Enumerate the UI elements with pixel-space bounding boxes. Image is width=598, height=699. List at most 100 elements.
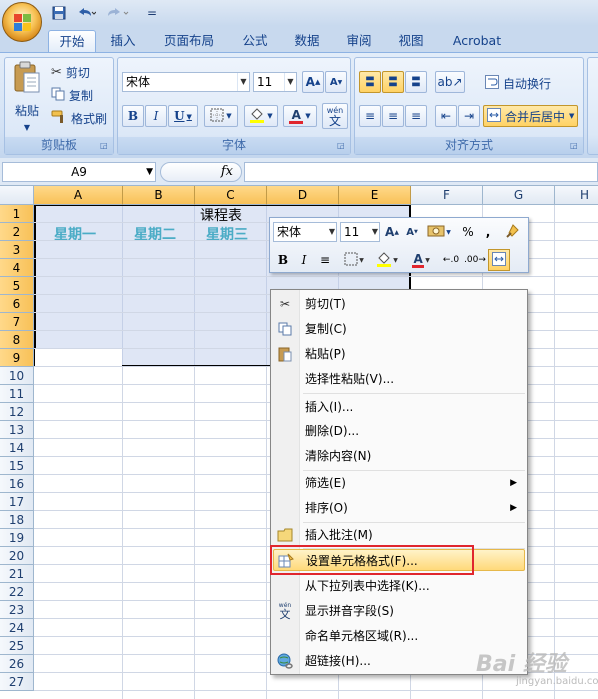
menu-item-show-phonetic[interactable]: wén 文 显示拼音字段(S) (273, 600, 525, 622)
merge-center-button[interactable]: 合并后居中 ▼ (483, 105, 579, 127)
align-top-button[interactable]: ▬ ▬ (359, 71, 381, 93)
row-header-22[interactable]: 22 (0, 583, 34, 601)
mini-center-button[interactable]: ≡ (316, 250, 334, 270)
row-header-10[interactable]: 10 (0, 367, 34, 385)
increase-indent-button[interactable]: ⇥ (458, 105, 480, 127)
row-header-5[interactable]: 5 (0, 277, 34, 295)
tab-page-layout[interactable]: 页面布局 (156, 30, 222, 52)
row-header-21[interactable]: 21 (0, 565, 34, 583)
fill-color-button[interactable]: ▼ (244, 105, 278, 127)
row-header-1[interactable]: 1 (0, 205, 34, 223)
menu-item-filter[interactable]: 筛选(E) ▶ (273, 472, 525, 494)
row-header-14[interactable]: 14 (0, 439, 34, 457)
column-header-a[interactable]: A (34, 186, 123, 205)
select-all-corner[interactable] (0, 186, 34, 205)
wrap-text-button[interactable]: 自动换行 (485, 73, 551, 93)
mini-italic-button[interactable]: I (295, 250, 313, 270)
paste-button[interactable]: 粘贴 ▼ (9, 60, 45, 134)
tab-review[interactable]: 审阅 (338, 30, 380, 52)
mini-decrease-decimal-button[interactable]: .00→ (464, 250, 486, 270)
column-header-b[interactable]: B (123, 186, 195, 205)
clipboard-launcher-icon[interactable]: ◲ (100, 141, 110, 151)
tab-view[interactable]: 视图 (390, 30, 432, 52)
row-header-20[interactable]: 20 (0, 547, 34, 565)
mini-comma-button[interactable]: , (481, 222, 495, 242)
column-header-c[interactable]: C (195, 186, 267, 205)
row-header-19[interactable]: 19 (0, 529, 34, 547)
grow-font-button[interactable]: A ▲ (302, 71, 324, 93)
name-box[interactable]: A9 ▼ (2, 162, 156, 182)
font-size-combo[interactable]: 11 ▼ (253, 72, 297, 92)
row-header-18[interactable]: 18 (0, 511, 34, 529)
format-painter-button[interactable]: 格式刷 (51, 109, 107, 127)
phonetic-guide-button[interactable]: wén 文 (322, 103, 348, 129)
borders-button[interactable]: ▼ (204, 105, 238, 127)
undo-icon[interactable] (74, 4, 98, 22)
save-icon[interactable] (50, 4, 68, 22)
menu-item-clear-contents[interactable]: 清除内容(N) (273, 445, 525, 467)
row-header-17[interactable]: 17 (0, 493, 34, 511)
mini-grow-font-button[interactable]: A ▲ (383, 222, 401, 242)
office-button[interactable] (2, 2, 42, 42)
mini-merge-center-button[interactable] (488, 249, 510, 271)
row-header-13[interactable]: 13 (0, 421, 34, 439)
active-cell-a9[interactable] (35, 349, 122, 366)
menu-item-paste-special[interactable]: 选择性粘贴(V)... (273, 368, 525, 390)
mini-percent-button[interactable]: % (460, 222, 476, 242)
customize-qat-button[interactable]: = (146, 4, 158, 22)
column-header-h[interactable]: H (555, 186, 598, 205)
row-header-24[interactable]: 24 (0, 619, 34, 637)
mini-fill-color-button[interactable]: ▼ (372, 250, 402, 270)
font-launcher-icon[interactable]: ◲ (337, 141, 347, 151)
menu-item-insert[interactable]: 插入(I)... (273, 396, 525, 418)
row-header-15[interactable]: 15 (0, 457, 34, 475)
tab-home[interactable]: 开始 (48, 30, 96, 52)
mini-font-color-button[interactable]: A ▼ (408, 250, 434, 270)
mini-increase-decimal-button[interactable]: ←.0 (440, 250, 462, 270)
tab-formulas[interactable]: 公式 (234, 30, 276, 52)
row-header-3[interactable]: 3 (0, 241, 34, 259)
row-header-25[interactable]: 25 (0, 637, 34, 655)
align-left-button[interactable]: ≡ (359, 105, 381, 127)
shrink-font-button[interactable]: A ▼ (325, 71, 347, 93)
underline-button[interactable]: U ▼ (168, 105, 198, 127)
menu-item-sort[interactable]: 排序(O) ▶ (273, 497, 525, 519)
row-header-9[interactable]: 9 (0, 349, 34, 367)
row-header-26[interactable]: 26 (0, 655, 34, 673)
font-name-combo[interactable]: 宋体 ▼ (122, 72, 250, 92)
menu-item-cut[interactable]: ✂ 剪切(T) (273, 293, 525, 315)
mini-bold-button[interactable]: B (274, 250, 292, 270)
row-header-8[interactable]: 8 (0, 331, 34, 349)
mini-font-name-combo[interactable]: 宋体 ▼ (273, 222, 337, 242)
row-header-6[interactable]: 6 (0, 295, 34, 313)
formula-input[interactable] (244, 162, 598, 182)
copy-button[interactable]: 复制 (51, 86, 93, 104)
menu-item-insert-comment[interactable]: 插入批注(M) (273, 524, 525, 546)
bold-button[interactable]: B (122, 105, 144, 127)
row-header-12[interactable]: 12 (0, 403, 34, 421)
column-header-e[interactable]: E (339, 186, 411, 205)
column-header-f[interactable]: F (411, 186, 483, 205)
menu-item-define-name[interactable]: 命名单元格区域(R)... (273, 625, 525, 647)
decrease-indent-button[interactable]: ⇤ (435, 105, 457, 127)
align-bottom-button[interactable]: ▬ ▬ (405, 71, 427, 93)
row-header-27[interactable]: 27 (0, 673, 34, 691)
row-header-2[interactable]: 2 (0, 223, 34, 241)
align-middle-button[interactable]: ▬ ▬ (382, 71, 404, 93)
mini-format-painter-button[interactable] (502, 222, 522, 242)
row-header-23[interactable]: 23 (0, 601, 34, 619)
row-header-4[interactable]: 4 (0, 259, 34, 277)
alignment-launcher-icon[interactable]: ◲ (570, 141, 580, 151)
insert-function-icon[interactable]: fx (221, 164, 233, 179)
mini-accounting-format-button[interactable]: ▼ (424, 222, 454, 242)
menu-item-copy[interactable]: 复制(C) (273, 318, 525, 340)
menu-item-pick-from-list[interactable]: 从下拉列表中选择(K)... (273, 575, 525, 597)
column-header-g[interactable]: G (483, 186, 555, 205)
align-center-button[interactable]: ≡ (382, 105, 404, 127)
menu-item-paste[interactable]: 粘贴(P) (273, 343, 525, 365)
tab-data[interactable]: 数据 (286, 30, 328, 52)
tab-acrobat[interactable]: Acrobat (444, 30, 510, 52)
column-header-d[interactable]: D (267, 186, 339, 205)
align-right-button[interactable]: ≡ (405, 105, 427, 127)
font-color-button[interactable]: A ▼ (283, 105, 317, 127)
